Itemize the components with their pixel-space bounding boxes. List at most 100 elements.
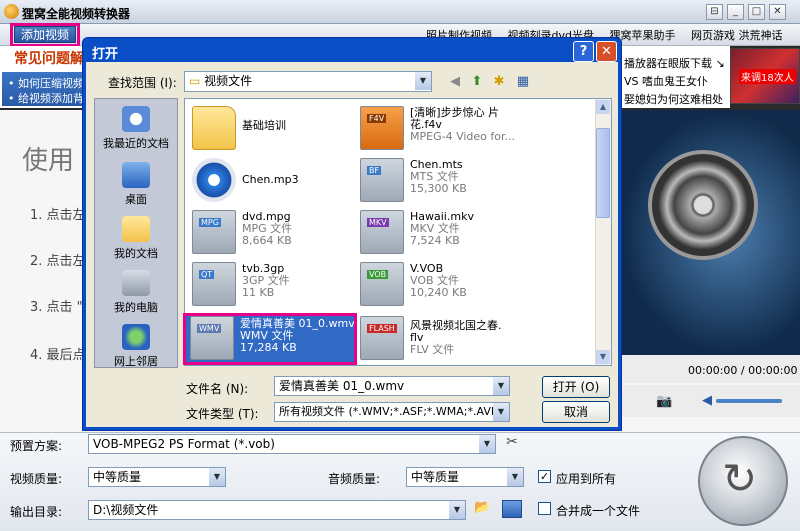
scroll-thumb[interactable] (596, 128, 610, 218)
cancel-button[interactable]: 取消 (542, 401, 610, 423)
file-item[interactable]: MPG dvd.mpg MPG 文件 8,664 KB (188, 208, 378, 258)
file-item[interactable]: FLASH 风景视频北国之春. flv FLV 文件 (356, 314, 546, 364)
folder-icon (192, 106, 236, 150)
minimize-button[interactable]: _ (727, 4, 744, 20)
file-item[interactable]: F4V [清晰]步步惊心 片花.f4v MPEG-4 Video for... (356, 104, 546, 154)
filename-label: 文件名 (N): (186, 382, 249, 396)
file-name: 基础培训 (242, 119, 286, 132)
film-reel-icon (648, 150, 758, 260)
look-in-label: 查找范围 (I): (108, 76, 177, 90)
file-size: 7,524 KB (410, 234, 460, 247)
view-menu-icon[interactable]: ▦ (514, 73, 532, 91)
filename-value: 爱情真善美 01_0.wmv (279, 379, 405, 393)
ad-link[interactable]: 娶媳妇为何这难相处 (624, 91, 723, 107)
file-tag: VOB (367, 270, 389, 279)
volume-slider[interactable] (716, 399, 782, 403)
output-label: 输出目录: (10, 505, 63, 519)
preset-value: VOB-MPEG2 PS Format (*.vob) (93, 437, 275, 451)
filetype-select[interactable]: 所有视频文件 (*.WMV;*.ASF;*.WMA;*.AVI; ▼ (274, 402, 510, 422)
open-folder-icon[interactable] (502, 500, 522, 518)
folder-icon: ▭ (189, 74, 205, 88)
chevron-down-icon: ▼ (209, 468, 225, 486)
look-in-select[interactable]: ▭ 视频文件 ▼ (184, 71, 432, 92)
merge-checkbox[interactable] (538, 502, 551, 515)
place-label: 网上邻居 (114, 355, 158, 368)
media-player-icon (192, 158, 236, 202)
back-icon[interactable]: ◀ (446, 73, 464, 91)
scroll-down-icon[interactable]: ▼ (596, 350, 610, 364)
filename-input[interactable]: 爱情真善美 01_0.wmv ▼ (274, 376, 510, 396)
file-item[interactable]: BF Chen.mts MTS 文件 15,300 KB (356, 156, 546, 206)
merge-label: 合并成一个文件 (556, 504, 641, 518)
faq-item[interactable]: • 如何压缩视频 (8, 75, 84, 91)
ad-link[interactable]: VS 嗜血鬼王女仆 (624, 73, 708, 89)
chevron-down-icon: ▼ (493, 377, 509, 395)
convert-button[interactable]: ↻ (698, 436, 788, 526)
look-in-value: 视频文件 (204, 74, 253, 88)
file-item[interactable]: Chen.mp3 (188, 156, 378, 206)
new-folder-icon[interactable]: ✱ (490, 73, 508, 91)
dialog-help-button[interactable]: ? (573, 41, 594, 62)
ad-banner[interactable]: 来调18次人 (730, 48, 800, 104)
scroll-up-icon[interactable]: ▲ (596, 100, 610, 114)
apply-all-checkbox[interactable]: ✓ (538, 470, 551, 483)
file-tag: MKV (367, 218, 389, 227)
place-label: 我最近的文档 (103, 137, 169, 150)
file-item[interactable]: QT tvb.3gp 3GP 文件 11 KB (188, 260, 378, 310)
file-size: 8,664 KB (242, 234, 292, 247)
browse-folder-icon[interactable]: 📂 (474, 500, 494, 518)
preset-label: 预置方案: (10, 439, 63, 453)
faq-title: 常见问题解 (14, 51, 84, 67)
place-recent[interactable]: 我最近的文档 (94, 106, 178, 151)
faq-item[interactable]: • 给视频添加背 (8, 90, 84, 106)
open-button[interactable]: 打开 (O) (542, 376, 610, 398)
video-quality-select[interactable]: 中等质量 ▼ (88, 467, 226, 487)
mts-file-icon: BF (360, 158, 404, 202)
place-label: 我的文档 (114, 247, 158, 260)
volume-icon[interactable]: ◀ (702, 393, 712, 408)
link-web-game[interactable]: 网页游戏 洪荒神话 (691, 29, 783, 42)
file-item[interactable]: MKV Hawaii.mkv MKV 文件 7,524 KB (356, 208, 546, 258)
recent-docs-icon (122, 106, 150, 132)
chevron-down-icon: ▼ (449, 501, 465, 519)
file-type: MPEG-4 Video for... (410, 130, 515, 143)
skin-button[interactable]: ⊟ (706, 4, 723, 20)
video-quality-value: 中等质量 (93, 470, 142, 484)
snapshot-icon[interactable]: 📷 (656, 394, 672, 409)
my-documents-icon (122, 216, 150, 242)
chevron-down-icon: ▼ (479, 435, 495, 453)
file-item[interactable]: 基础培训 (188, 104, 378, 154)
file-name: Chen.mp3 (242, 173, 299, 186)
place-my-documents[interactable]: 我的文档 (94, 216, 178, 261)
selection-highlight (183, 313, 357, 365)
file-tag: FLASH (367, 324, 397, 333)
file-name: 风景视频北国之春. (410, 319, 502, 332)
maximize-button[interactable]: □ (748, 4, 765, 20)
file-tag: BF (367, 166, 382, 175)
network-icon (122, 324, 150, 350)
place-network[interactable]: 网上邻居 (94, 324, 178, 369)
file-size: 11 KB (242, 286, 275, 299)
playback-time: 00:00:00 / 00:00:00 (688, 364, 798, 377)
guide-step: 1. 点击左 (30, 208, 86, 223)
close-button[interactable]: ✕ (769, 4, 786, 20)
preset-select[interactable]: VOB-MPEG2 PS Format (*.vob) ▼ (88, 434, 496, 454)
guide-step: 3. 点击 " (30, 300, 83, 315)
ad-link[interactable]: 播放器在眼版下载 ↘ (624, 55, 725, 71)
add-video-button[interactable]: 添加视频 (14, 26, 76, 43)
settings-wrench-icon[interactable]: ✂ (502, 434, 522, 454)
file-item[interactable]: VOB V.VOB VOB 文件 10,240 KB (356, 260, 546, 310)
output-dir-select[interactable]: D:\视频文件 ▼ (88, 500, 466, 520)
chevron-down-icon: ▼ (415, 72, 431, 90)
flv-file-icon: FLASH (360, 316, 404, 360)
mpg-file-icon: MPG (192, 210, 236, 254)
vob-file-icon: VOB (360, 262, 404, 306)
dialog-close-button[interactable]: ✕ (596, 41, 617, 62)
up-folder-icon[interactable]: ⬆ (468, 73, 486, 91)
f4v-file-icon: F4V (360, 106, 404, 150)
place-my-computer[interactable]: 我的电脑 (94, 270, 178, 315)
app-title-bar: 狸窝全能视频转换器 (0, 0, 800, 24)
audio-quality-select[interactable]: 中等质量 ▼ (406, 467, 524, 487)
place-desktop[interactable]: 桌面 (94, 162, 178, 207)
mkv-file-icon: MKV (360, 210, 404, 254)
